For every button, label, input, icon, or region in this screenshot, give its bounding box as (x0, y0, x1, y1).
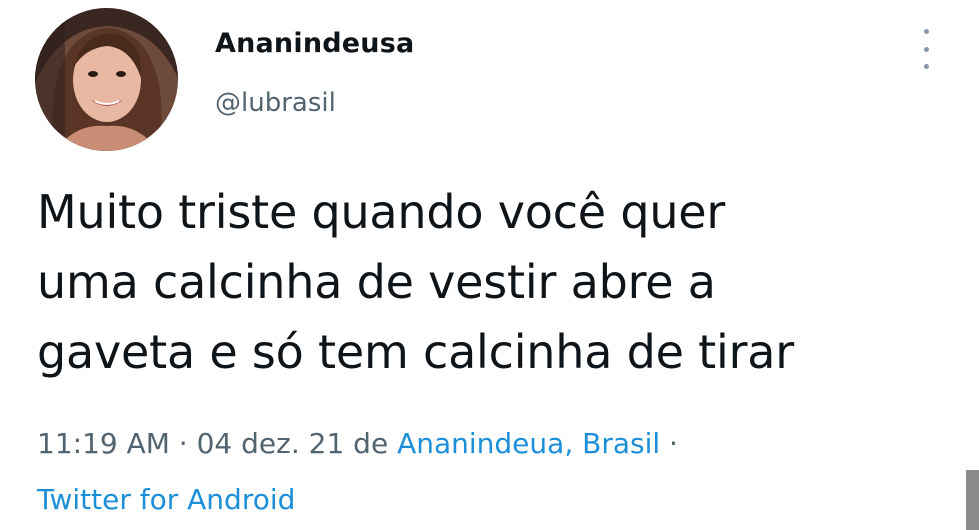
tweet-location-link[interactable]: Ananindeua, Brasil (397, 427, 660, 460)
more-dot (923, 29, 929, 34)
more-dot (923, 46, 929, 52)
tweet-time[interactable]: 11:19 AM (37, 427, 170, 460)
location-prefix: de (344, 427, 398, 460)
meta-separator-2: · (660, 427, 678, 460)
user-handle[interactable]: @lubrasil (215, 88, 336, 118)
avatar[interactable] (35, 8, 178, 151)
user-photo-avatar-icon (35, 8, 178, 151)
meta-separator: · (169, 427, 197, 460)
tweet-date[interactable]: 04 dez. 21 (197, 427, 345, 460)
tweet-metadata: 11:19 AM · 04 dez. 21 de Ananindeua, Bra… (37, 416, 957, 528)
edge-bar (966, 470, 979, 530)
tweet-text: Muito triste quando você quer uma calcin… (37, 185, 794, 379)
more-vertical-icon[interactable] (912, 25, 940, 73)
display-name[interactable]: Ananindeusa (215, 28, 414, 59)
more-dot (923, 64, 929, 69)
tweet-card: Ananindeusa @lubrasil Muito triste quand… (0, 0, 979, 530)
tweet-source-link[interactable]: Twitter for Android (37, 483, 295, 516)
